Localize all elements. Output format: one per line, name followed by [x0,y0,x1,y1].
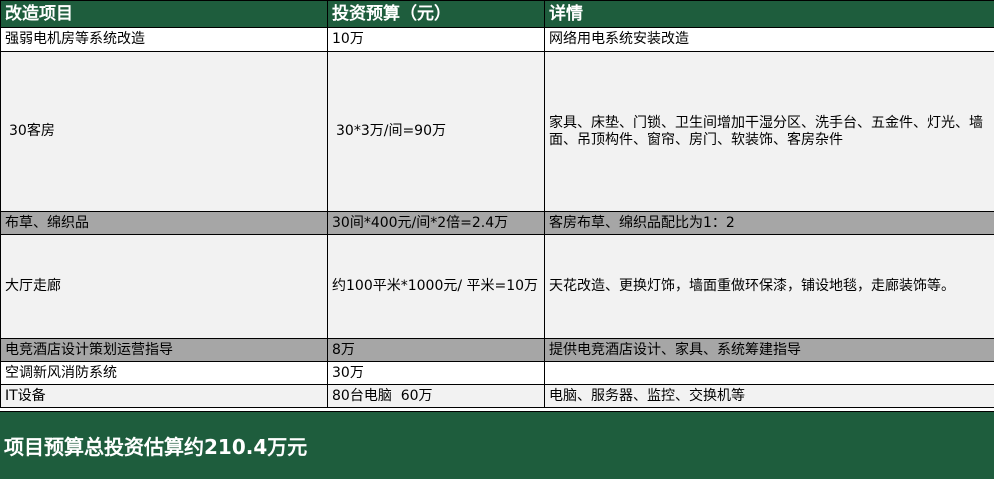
table-row: 布草、绵织品 30间*400元/间*2倍=2.4万 客房布草、绵织品配比为1：2 [0,211,994,235]
table-row: 30客房 30*3万/间=90万 家具、床垫、门锁、卫生间增加干湿分区、洗手台、… [0,51,994,212]
table-row: 强弱电机房等系统改造 10万 网络用电系统安装改造 [0,27,994,52]
cell-budget[interactable]: 30间*400元/间*2倍=2.4万 [327,211,545,235]
cell-detail[interactable]: 家具、床垫、门锁、卫生间增加干湿分区、洗手台、五金件、灯光、墙面、吊顶构件、窗帘… [544,51,994,212]
cell-project[interactable]: 电竞酒店设计策划运营指导 [0,338,328,362]
cell-detail[interactable]: 提供电竞酒店设计、家具、系统筹建指导 [544,338,994,362]
cell-project[interactable]: 强弱电机房等系统改造 [0,27,328,52]
cell-project[interactable]: 布草、绵织品 [0,211,328,235]
table-row: IT设备 80台电脑 60万 电脑、服务器、监控、交换机等 [0,384,994,408]
table-row: 电竞酒店设计策划运营指导 8万 提供电竞酒店设计、家具、系统筹建指导 [0,338,994,362]
header-budget[interactable]: 投资预算（元） [327,0,545,28]
cell-budget[interactable]: 10万 [327,27,545,52]
cell-budget[interactable]: 8万 [327,338,545,362]
header-project[interactable]: 改造项目 [0,0,328,28]
cell-budget[interactable]: 30*3万/间=90万 [327,51,545,212]
cell-project[interactable]: 大厅走廊 [0,234,328,339]
cell-project[interactable]: 30客房 [0,51,328,212]
table-row: 大厅走廊 约100平米*1000元/ 平米=10万 天花改造、更换灯饰，墙面重做… [0,234,994,339]
summary-bar: 项目预算总投资估算约210.4万元 [0,411,994,479]
cell-budget[interactable]: 80台电脑 60万 [327,384,545,408]
cell-detail[interactable]: 客房布草、绵织品配比为1：2 [544,211,994,235]
table-header-row: 改造项目 投资预算（元） 详情 [0,0,994,28]
summary-text[interactable]: 项目预算总投资估算约210.4万元 [0,431,307,460]
table-row: 空调新风消防系统 30万 [0,361,994,385]
cell-project[interactable]: 空调新风消防系统 [0,361,328,385]
cell-detail[interactable]: 网络用电系统安装改造 [544,27,994,52]
budget-sheet: 改造项目 投资预算（元） 详情 强弱电机房等系统改造 10万 网络用电系统安装改… [0,0,994,479]
cell-budget[interactable]: 30万 [327,361,545,385]
cell-budget[interactable]: 约100平米*1000元/ 平米=10万 [327,234,545,339]
cell-detail[interactable]: 天花改造、更换灯饰，墙面重做环保漆，铺设地毯，走廊装饰等。 [544,234,994,339]
header-detail[interactable]: 详情 [544,0,994,28]
cell-detail[interactable]: 电脑、服务器、监控、交换机等 [544,384,994,408]
budget-table: 改造项目 投资预算（元） 详情 强弱电机房等系统改造 10万 网络用电系统安装改… [0,0,994,408]
cell-project[interactable]: IT设备 [0,384,328,408]
cell-detail[interactable] [544,361,994,385]
